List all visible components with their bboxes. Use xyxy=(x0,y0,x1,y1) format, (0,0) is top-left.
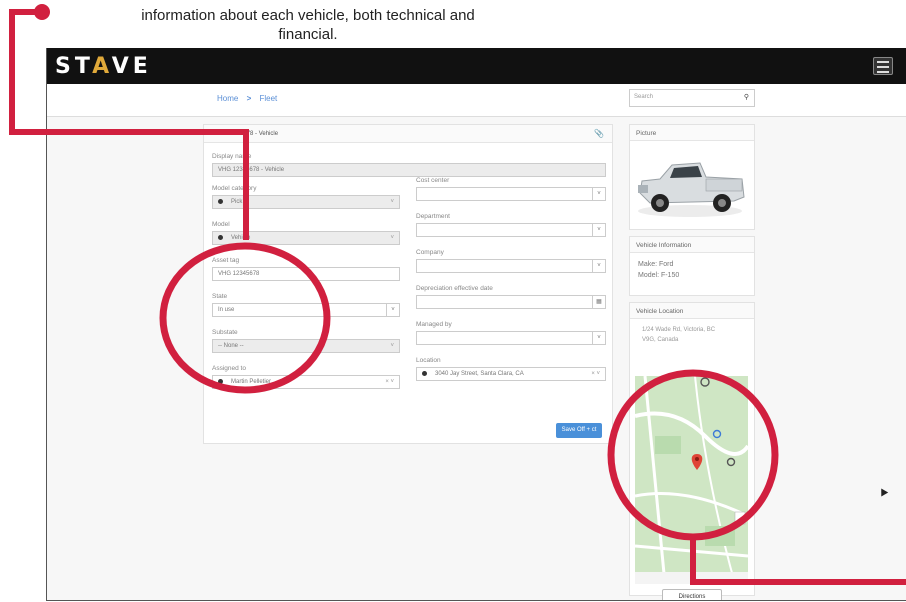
breadcrumb-home-link[interactable]: Home xyxy=(217,94,238,103)
directions-button[interactable]: Directions xyxy=(662,589,722,600)
form-header-title: VHG 12345678 - Vehicle xyxy=(212,131,279,137)
search-input[interactable]: Search ⚲ xyxy=(629,89,755,107)
chevron-down-icon: ˅ xyxy=(390,235,394,241)
chevron-down-icon[interactable]: ˅ xyxy=(592,332,605,344)
chevron-down-icon: ˅ xyxy=(390,343,394,349)
display-name-label: Display name xyxy=(212,153,252,160)
location-field[interactable]: 3040 Jay Street, Santa Clara, CA × ˅ xyxy=(416,367,606,381)
substate-value: -- None -- xyxy=(218,343,244,349)
vehicle-location-title: Vehicle Location xyxy=(630,303,754,319)
cost-center-field[interactable]: ˅ xyxy=(416,187,606,201)
display-name-field[interactable]: VHG 12345678 - Vehicle xyxy=(212,163,606,177)
caption-line-2: financial. xyxy=(278,26,338,43)
company-label: Company xyxy=(416,249,444,256)
chevron-down-icon[interactable]: ˅ xyxy=(592,224,605,236)
location-address-line-1: 1/24 Wade Rd, Victoria, BC xyxy=(642,327,716,333)
clear-icon[interactable]: × ˅ xyxy=(591,371,600,377)
clear-icon[interactable]: × ˅ xyxy=(385,379,394,385)
picture-card: Picture xyxy=(629,124,755,230)
vehicle-information-title: Vehicle Information xyxy=(630,237,754,253)
state-label: State xyxy=(212,293,228,300)
vehicle-photo xyxy=(630,141,752,227)
assigned-to-field[interactable]: Martin Pelletier × ˅ xyxy=(212,375,400,389)
cost-center-label: Cost center xyxy=(416,177,450,184)
substate-select[interactable]: -- None -- ˅ xyxy=(212,339,400,353)
vehicle-information-card: Vehicle Information Make: Ford Model: F-… xyxy=(629,236,755,296)
state-select[interactable]: In use ˅ xyxy=(212,303,400,317)
chevron-down-icon: ˅ xyxy=(390,199,394,205)
location-address-line-2: V9G, Canada xyxy=(642,337,679,343)
location-map[interactable] xyxy=(635,376,748,584)
model-field[interactable]: Vehicle ˅ xyxy=(212,231,400,245)
app-screen: STAVE Home > Fleet Search ⚲ VHG 12345678… xyxy=(46,48,906,601)
calendar-icon[interactable]: ▦ xyxy=(592,296,605,308)
assigned-to-label: Assigned to xyxy=(212,365,246,372)
company-field[interactable]: ˅ xyxy=(416,259,606,273)
info-icon[interactable] xyxy=(422,371,427,376)
paperclip-icon[interactable]: 📎 xyxy=(594,129,604,138)
chevron-down-icon[interactable]: ˅ xyxy=(592,260,605,272)
breadcrumb-bar: Home > Fleet Search ⚲ xyxy=(47,84,906,117)
vehicle-form-panel: VHG 12345678 - Vehicle 📎 Display name VH… xyxy=(203,124,613,444)
department-label: Department xyxy=(416,213,450,220)
depreciation-date-field[interactable]: ▦ xyxy=(416,295,606,309)
vehicle-location-card: Vehicle Location 1/24 Wade Rd, Victoria,… xyxy=(629,302,755,600)
chevron-down-icon[interactable]: ˅ xyxy=(592,188,605,200)
depreciation-date-label: Depreciation effective date xyxy=(416,285,493,292)
asset-tag-label: Asset tag xyxy=(212,257,240,264)
hamburger-menu-icon[interactable] xyxy=(873,57,893,75)
chevron-down-icon[interactable]: ˅ xyxy=(386,304,399,316)
managed-by-field[interactable]: ˅ xyxy=(416,331,606,345)
department-field[interactable]: ˅ xyxy=(416,223,606,237)
breadcrumb-fleet-link[interactable]: Fleet xyxy=(259,94,277,103)
model-category-field[interactable]: Pick ˅ xyxy=(212,195,400,209)
model-category-value: Pick xyxy=(231,199,243,206)
save-button[interactable]: Save Off + ct xyxy=(556,423,602,438)
search-icon[interactable]: ⚲ xyxy=(744,93,749,101)
asset-tag-field[interactable]: VHG 12345678 xyxy=(212,267,400,281)
vehicle-model: Model: F-150 xyxy=(638,272,680,279)
caption-text: information about each vehicle, both tec… xyxy=(88,6,528,44)
mouse-cursor-icon xyxy=(877,486,889,497)
breadcrumb: Home > Fleet xyxy=(217,94,277,103)
caption-line-1: information about each vehicle, both tec… xyxy=(141,7,475,24)
vehicle-make: Make: Ford xyxy=(638,261,674,268)
location-label: Location xyxy=(416,357,441,364)
annotation-dot xyxy=(34,4,50,20)
model-category-label: Model category xyxy=(212,185,257,192)
location-value: 3040 Jay Street, Santa Clara, CA xyxy=(435,371,524,378)
assigned-to-value: Martin Pelletier xyxy=(231,379,272,386)
picture-card-title: Picture xyxy=(630,125,754,141)
managed-by-label: Managed by xyxy=(416,321,452,328)
search-placeholder: Search xyxy=(634,94,654,100)
model-label: Model xyxy=(212,221,230,228)
stave-logo[interactable]: STAVE xyxy=(55,54,152,79)
info-icon[interactable] xyxy=(218,235,223,240)
state-value: In use xyxy=(218,307,235,313)
info-icon[interactable] xyxy=(218,379,223,384)
info-icon[interactable] xyxy=(218,199,223,204)
model-value: Vehicle xyxy=(231,235,251,242)
substate-label: Substate xyxy=(212,329,238,336)
breadcrumb-separator-icon: > xyxy=(246,94,252,103)
form-header: VHG 12345678 - Vehicle 📎 xyxy=(204,125,612,143)
top-navigation-bar: STAVE xyxy=(47,48,906,84)
